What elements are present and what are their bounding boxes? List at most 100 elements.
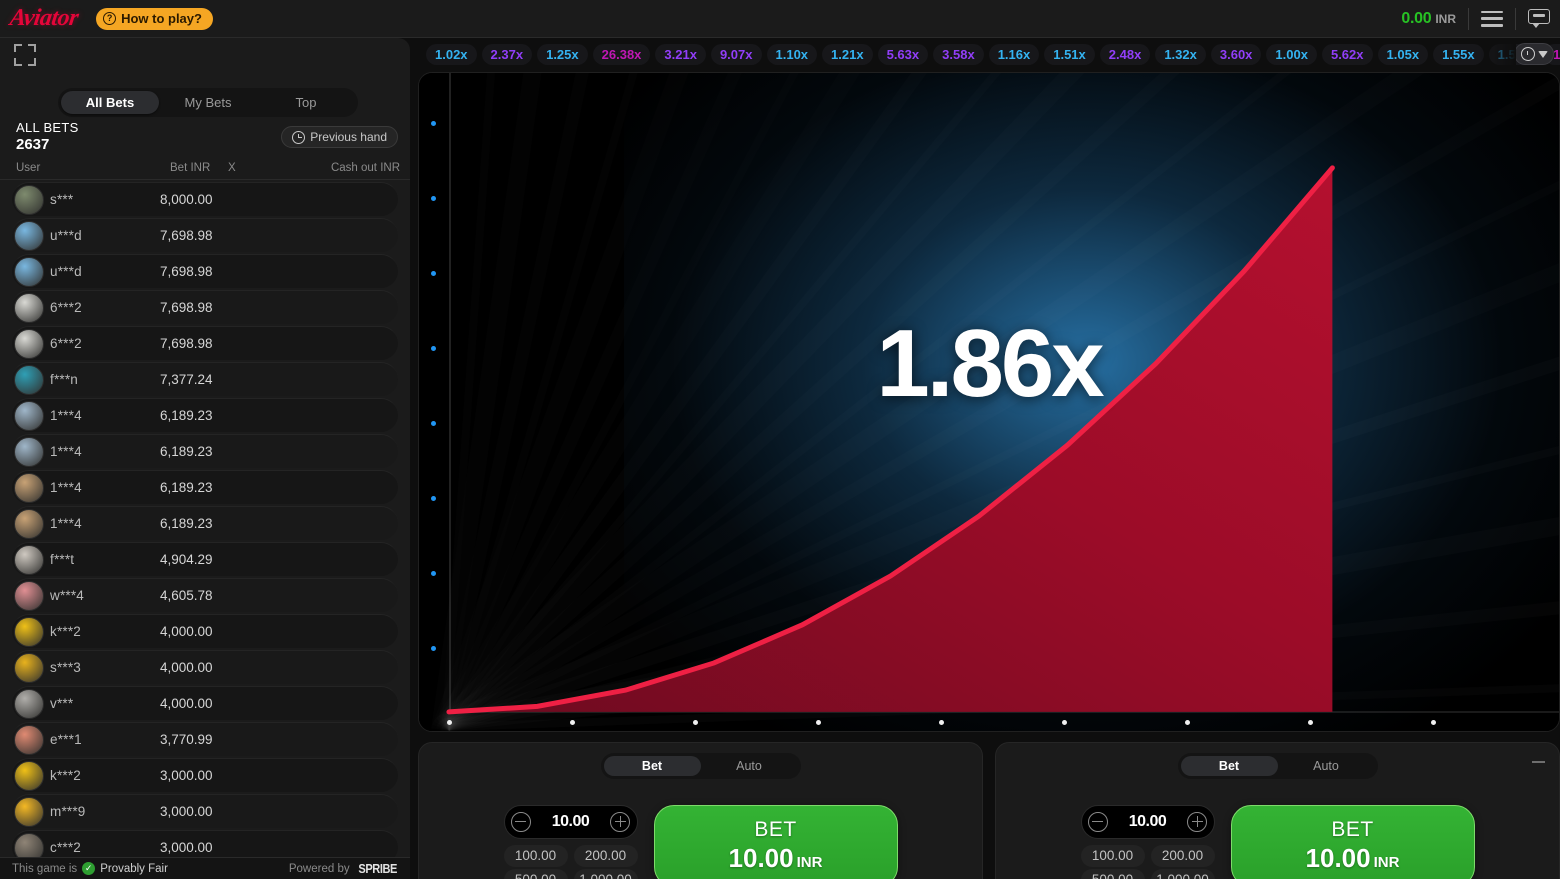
history-toggle-button[interactable]: [1514, 43, 1554, 65]
history-chip[interactable]: 1.32x: [1155, 43, 1206, 65]
chat-bubble-icon[interactable]: [1528, 9, 1550, 28]
quick-stake-1000[interactable]: 1,000.00: [1150, 869, 1215, 879]
bet-amount: 4,000.00: [160, 624, 213, 639]
quick-stake-500[interactable]: 500.00: [503, 869, 568, 879]
table-row[interactable]: k***2 4,000.00: [12, 614, 398, 648]
table-row[interactable]: u***d 7,698.98: [12, 254, 398, 288]
history-chip[interactable]: 1.16x: [988, 43, 1040, 65]
quick-stake-1000[interactable]: 1,000.00: [573, 869, 638, 879]
bet-panel-2: Bet Auto 10.00 100.00 200.00 BET 10.00 I…: [995, 742, 1560, 879]
history-chip[interactable]: 3.60x: [1210, 43, 1262, 65]
history-chip[interactable]: 9.07x: [710, 43, 762, 65]
plus-circle-icon[interactable]: [1187, 812, 1208, 832]
quick-stake-200[interactable]: 200.00: [1150, 845, 1215, 867]
table-row[interactable]: 1***4 6,189.23: [12, 398, 398, 432]
bet-amount: 4,904.29: [160, 552, 213, 567]
stake-stepper-2[interactable]: 10.00: [1080, 805, 1215, 839]
provably-fair-link[interactable]: Provably Fair: [100, 863, 168, 875]
sidebar-footer: This game is ✓ Provably Fair Powered by …: [0, 857, 410, 879]
aviator-game-app: Aviator ? How to play? 0.00 INR All Bets…: [0, 0, 1560, 879]
bet-amount: 7,698.98: [160, 228, 213, 243]
history-chip[interactable]: 5.63x: [877, 43, 929, 65]
history-chip[interactable]: 2.37x: [481, 43, 533, 65]
quick-stakes-2: 100.00 200.00 500.00 1,000.00: [1080, 845, 1215, 879]
history-chip[interactable]: 1.10x: [766, 43, 818, 65]
place-bet-button-2[interactable]: BET 10.00 INR: [1230, 805, 1475, 879]
stake-value-2[interactable]: 10.00: [1129, 813, 1167, 831]
user-name: 1***4: [50, 516, 82, 531]
user-name: k***2: [50, 768, 82, 783]
bet-amount: 3,000.00: [160, 804, 213, 819]
provably-fair-group[interactable]: This game is ✓ Provably Fair: [12, 862, 168, 875]
table-row[interactable]: f***t 4,904.29: [12, 542, 398, 576]
table-row[interactable]: s*** 8,000.00: [12, 182, 398, 216]
avatar: [14, 544, 44, 575]
bet-controls-2: 10.00 100.00 200.00 500.00 1,000.00 BET: [996, 805, 1559, 879]
history-chip[interactable]: 5.62x: [1321, 43, 1373, 65]
history-chip[interactable]: 1.00x: [1266, 43, 1317, 65]
divider: [1515, 7, 1516, 30]
history-chip[interactable]: 1.21x: [822, 43, 873, 65]
history-chip[interactable]: 1.05x: [1377, 43, 1429, 65]
avatar: [14, 256, 44, 287]
table-row[interactable]: u***d 7,698.98: [12, 218, 398, 252]
multiplier-history-bar[interactable]: 1.02x 2.37x 1.25x 26.38x 3.21x 9.07x 1.10x 1.21…: [418, 38, 1560, 70]
powered-by-label: Powered by: [288, 862, 350, 875]
history-chip[interactable]: 3.58x: [933, 43, 984, 65]
history-chip[interactable]: 1.55x: [1433, 43, 1484, 65]
table-row[interactable]: m***9 3,000.00: [12, 794, 398, 828]
tab-auto-1[interactable]: Auto: [701, 756, 798, 776]
table-row[interactable]: 1***4 6,189.23: [12, 506, 398, 540]
table-row[interactable]: w***4 4,605.78: [12, 578, 398, 612]
tab-top[interactable]: Top: [257, 91, 355, 114]
powered-by-group: Powered by SPRIBE: [289, 861, 400, 876]
how-to-play-button[interactable]: ? How to play?: [96, 7, 213, 30]
tab-bet-1[interactable]: Bet: [603, 756, 701, 776]
bets-table-header: User Bet INR X Cash out INR: [0, 162, 410, 180]
minus-circle-icon[interactable]: [1087, 812, 1108, 832]
bet-amount: 3,770.99: [160, 732, 213, 747]
quick-stake-100[interactable]: 100.00: [503, 845, 568, 867]
minimize-icon[interactable]: [1532, 761, 1545, 763]
avatar: [14, 364, 44, 395]
bet-amount-currency-1: INR: [796, 854, 823, 871]
burger-menu-icon[interactable]: [1481, 10, 1503, 27]
table-row[interactable]: k***2 3,000.00: [12, 758, 398, 792]
history-chip[interactable]: 1.25x: [537, 43, 588, 65]
avatar: [14, 616, 44, 647]
table-row[interactable]: 1***4 6,189.23: [12, 434, 398, 468]
quick-stake-200[interactable]: 200.00: [573, 845, 638, 867]
table-row[interactable]: f***n 7,377.24: [12, 362, 398, 396]
fullscreen-icon[interactable]: [14, 44, 36, 66]
stake-value-1[interactable]: 10.00: [552, 813, 590, 831]
quick-stake-100[interactable]: 100.00: [1080, 845, 1145, 867]
minus-circle-icon[interactable]: [510, 812, 531, 832]
bet-amount: 6,189.23: [160, 444, 213, 459]
table-row[interactable]: 6***2 7,698.98: [12, 290, 398, 324]
tab-bet-2[interactable]: Bet: [1180, 756, 1278, 776]
history-chip[interactable]: 1.02x: [426, 43, 477, 65]
table-row[interactable]: e***1 3,770.99: [12, 722, 398, 756]
history-chip[interactable]: 2.48x: [1099, 43, 1151, 65]
table-row[interactable]: s***3 4,000.00: [12, 650, 398, 684]
user-name: m***9: [50, 804, 86, 819]
history-chip[interactable]: 26.38x: [592, 43, 651, 65]
table-row[interactable]: v*** 4,000.00: [12, 686, 398, 720]
table-row[interactable]: 6***2 7,698.98: [12, 326, 398, 360]
history-chip[interactable]: 3.21x: [655, 43, 706, 65]
bets-list[interactable]: s*** 8,000.00 u***d 7,698.98 u***d 7,698.98 6*…: [0, 182, 410, 879]
user-name: e***1: [50, 732, 82, 747]
user-name: k***2: [50, 624, 82, 639]
history-chip[interactable]: 1.51x: [1044, 43, 1095, 65]
table-row[interactable]: 1***4 6,189.23: [12, 470, 398, 504]
user-name: f***n: [50, 372, 79, 387]
tab-auto-2[interactable]: Auto: [1278, 756, 1375, 776]
balance-currency: INR: [1435, 11, 1456, 26]
place-bet-button-1[interactable]: BET 10.00 INR: [653, 805, 898, 879]
plus-circle-icon[interactable]: [610, 812, 631, 832]
quick-stake-500[interactable]: 500.00: [1080, 869, 1145, 879]
previous-hand-button[interactable]: Previous hand: [281, 126, 398, 148]
stake-stepper-1[interactable]: 10.00: [503, 805, 638, 839]
tab-my-bets[interactable]: My Bets: [159, 91, 257, 114]
tab-all-bets[interactable]: All Bets: [61, 91, 159, 114]
